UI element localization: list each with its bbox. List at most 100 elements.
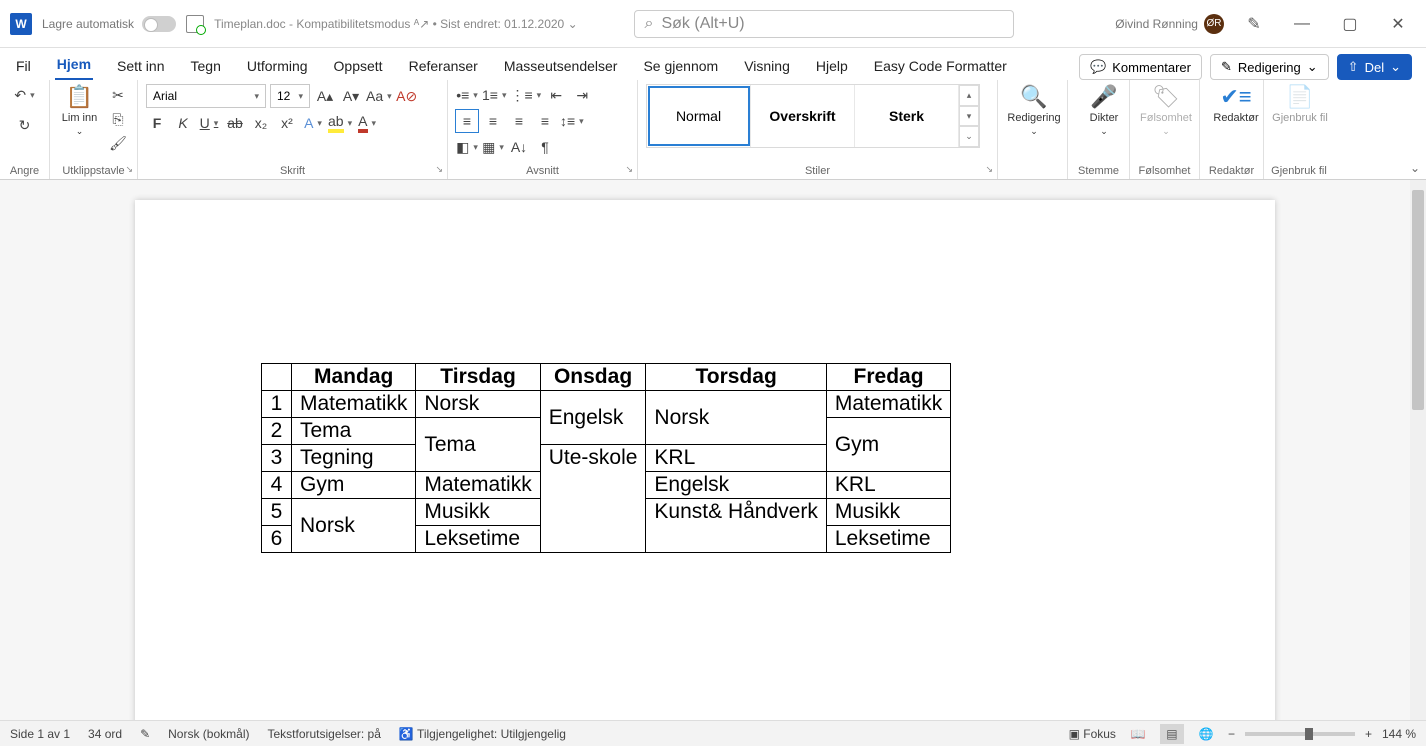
cell-mon4[interactable]: Gym <box>292 472 416 499</box>
styles-more[interactable]: ⌄ <box>959 126 979 147</box>
row-num[interactable]: 5 <box>262 499 292 526</box>
font-size-select[interactable]: 12 <box>270 84 310 108</box>
vertical-scrollbar[interactable] <box>1410 180 1426 720</box>
tab-fil[interactable]: Fil <box>14 52 33 80</box>
superscript-button[interactable]: x² <box>276 112 298 134</box>
cell-tir4[interactable]: Matematikk <box>416 472 540 499</box>
paste-button[interactable]: 📋 Lim inn ⌄ <box>58 84 101 137</box>
line-spacing-button[interactable]: ↕≡ <box>560 110 584 132</box>
tab-visning[interactable]: Visning <box>742 52 792 80</box>
cell-mon1[interactable]: Matematikk <box>292 391 416 418</box>
status-spellcheck-icon[interactable]: ✎ <box>140 727 150 741</box>
multilevel-button[interactable]: ⋮≡ <box>511 84 542 106</box>
font-name-select[interactable]: Arial <box>146 84 266 108</box>
header-tor[interactable]: Torsdag <box>646 364 826 391</box>
tab-hjelp[interactable]: Hjelp <box>814 52 850 80</box>
strike-button[interactable]: ab <box>224 112 246 134</box>
cell-fre1[interactable]: Matematikk <box>826 391 950 418</box>
tab-tegn[interactable]: Tegn <box>189 52 223 80</box>
cell-mon3[interactable]: Tegning <box>292 445 416 472</box>
window-minimize[interactable]: — <box>1284 10 1320 38</box>
align-center-button[interactable]: ≡ <box>482 110 504 132</box>
editing-button[interactable]: 🔍 Redigering ⌄ <box>1006 84 1062 137</box>
align-left-button[interactable]: ≡ <box>456 110 478 132</box>
cut-button[interactable]: ✂ <box>107 84 129 106</box>
search-input[interactable]: ⌕ Søk (Alt+U) <box>634 10 1014 38</box>
cell-mon56[interactable]: Norsk <box>292 499 416 553</box>
case-button[interactable]: Aa <box>366 85 392 107</box>
focus-button[interactable]: ▣ Fokus <box>1069 727 1116 741</box>
dictate-button[interactable]: 🎤 Dikter ⌄ <box>1076 84 1132 137</box>
clipboard-launcher[interactable]: ↘ <box>125 164 133 175</box>
window-maximize[interactable]: ▢ <box>1332 10 1368 38</box>
styles-gallery[interactable]: Normal Overskrift Sterk ▴ ▾ ⌄ <box>646 84 980 148</box>
tab-settinn[interactable]: Sett inn <box>115 52 166 80</box>
italic-button[interactable]: K <box>172 112 194 134</box>
tab-easycode[interactable]: Easy Code Formatter <box>872 52 1009 80</box>
cell-fre23[interactable]: Gym <box>826 418 950 472</box>
cell-tir1[interactable]: Norsk <box>416 391 540 418</box>
pen-icon[interactable]: ✎ <box>1236 10 1272 38</box>
cell-fre6[interactable]: Leksetime <box>826 526 950 553</box>
document-area[interactable]: Mandag Tirsdag Onsdag Torsdag Fredag 1 M… <box>0 180 1410 720</box>
view-print-button[interactable]: ▤ <box>1160 724 1184 744</box>
zoom-slider[interactable] <box>1245 732 1355 736</box>
styles-launcher[interactable]: ↘ <box>985 164 993 175</box>
comments-button[interactable]: 💬 Kommentarer <box>1079 54 1202 80</box>
row-num[interactable]: 1 <box>262 391 292 418</box>
row-num[interactable]: 3 <box>262 445 292 472</box>
status-page[interactable]: Side 1 av 1 <box>10 727 70 741</box>
cell-tor4[interactable]: Engelsk <box>646 472 826 499</box>
style-overskrift[interactable]: Overskrift <box>751 85 855 147</box>
zoom-out-button[interactable]: − <box>1228 727 1235 741</box>
justify-button[interactable]: ≡ <box>534 110 556 132</box>
highlight-button[interactable]: ab <box>328 112 352 134</box>
zoom-in-button[interactable]: + <box>1365 727 1372 741</box>
save-icon[interactable] <box>186 15 204 33</box>
tab-referanser[interactable]: Referanser <box>407 52 480 80</box>
sort-button[interactable]: A↓ <box>508 136 530 158</box>
cell-tor12[interactable]: Norsk <box>646 391 826 445</box>
numbering-button[interactable]: 1≡ <box>482 84 507 106</box>
header-tir[interactable]: Tirsdag <box>416 364 540 391</box>
undo-button[interactable]: ↶ <box>14 84 36 106</box>
status-textpred[interactable]: Tekstforutsigelser: på <box>268 727 381 741</box>
subscript-button[interactable]: x₂ <box>250 112 272 134</box>
cell-tor3[interactable]: KRL <box>646 445 826 472</box>
status-language[interactable]: Norsk (bokmål) <box>168 727 249 741</box>
scroll-thumb[interactable] <box>1412 190 1424 410</box>
header-mon[interactable]: Mandag <box>292 364 416 391</box>
tab-utforming[interactable]: Utforming <box>245 52 310 80</box>
status-accessibility[interactable]: ♿ Tilgjengelighet: Utilgjengelig <box>399 727 566 741</box>
show-marks-button[interactable]: ¶ <box>534 136 556 158</box>
row-num[interactable]: 4 <box>262 472 292 499</box>
sensitivity-button[interactable]: 🏷 Følsomhet ⌄ <box>1138 84 1194 137</box>
autosave-switch[interactable] <box>142 16 176 32</box>
shading-button[interactable]: ◧ <box>456 136 478 158</box>
borders-button[interactable]: ▦ <box>482 136 504 158</box>
font-launcher[interactable]: ↘ <box>435 164 443 175</box>
autosave-toggle[interactable]: Lagre automatisk <box>42 16 176 32</box>
styles-down[interactable]: ▾ <box>959 106 979 127</box>
row-num[interactable]: 6 <box>262 526 292 553</box>
grow-font-button[interactable]: A▴ <box>314 85 336 107</box>
indent-inc-button[interactable]: ⇥ <box>571 84 593 106</box>
clear-format-button[interactable]: A⊘ <box>396 85 418 107</box>
tab-segjennom[interactable]: Se gjennom <box>641 52 720 80</box>
window-close[interactable]: ✕ <box>1380 10 1416 38</box>
redo-button[interactable]: ↻ <box>14 114 36 136</box>
copy-button[interactable]: ⎘ <box>107 108 129 130</box>
cell-tor56[interactable]: Kunst& Håndverk <box>646 499 826 553</box>
format-painter-button[interactable]: 🖌 <box>107 132 129 154</box>
zoom-handle[interactable] <box>1305 728 1313 740</box>
row-num[interactable]: 2 <box>262 418 292 445</box>
header-ons[interactable]: Onsdag <box>540 364 646 391</box>
shrink-font-button[interactable]: A▾ <box>340 85 362 107</box>
editor-button[interactable]: ✔≡ Redaktør <box>1208 84 1264 124</box>
status-words[interactable]: 34 ord <box>88 727 122 741</box>
cell-ons3456[interactable]: Ute-skole <box>540 445 646 553</box>
paragraph-launcher[interactable]: ↘ <box>625 164 633 175</box>
header-fre[interactable]: Fredag <box>826 364 950 391</box>
cell-tir6[interactable]: Leksetime <box>416 526 540 553</box>
style-sterk[interactable]: Sterk <box>855 85 959 147</box>
